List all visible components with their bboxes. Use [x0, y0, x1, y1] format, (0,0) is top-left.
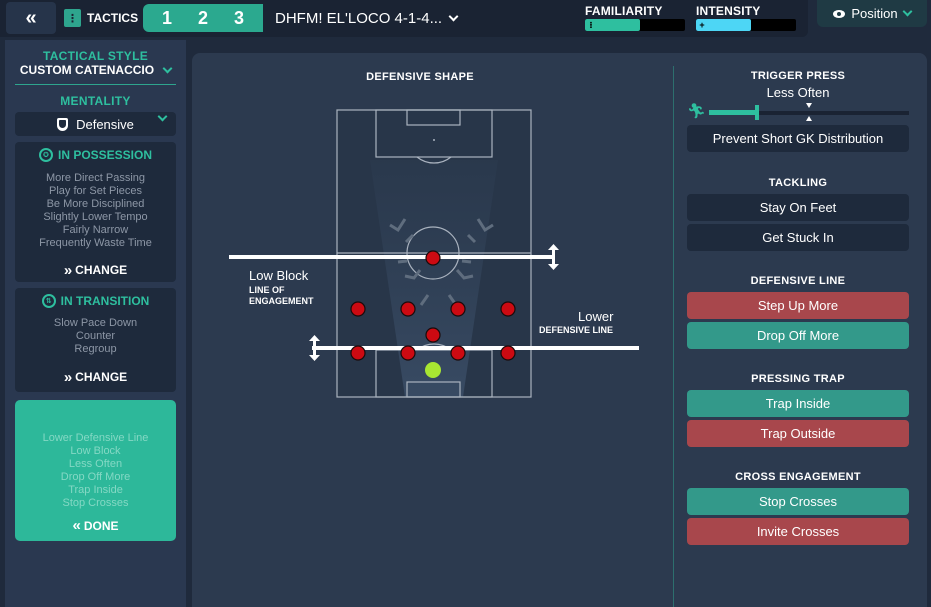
chevron-down-icon	[902, 6, 913, 17]
player-marker[interactable]	[450, 301, 466, 317]
player-marker[interactable]	[500, 301, 516, 317]
back-button[interactable]: «	[6, 2, 56, 34]
out-of-possession-card: Lower Defensive Line Low Block Less Ofte…	[15, 400, 176, 541]
mentality-dropdown[interactable]: Defensive	[15, 111, 176, 136]
trigger-press-value: Less Often	[766, 85, 830, 100]
line-of-engagement-label: LINE OF ENGAGEMENT	[249, 285, 314, 306]
goalkeeper-marker[interactable]	[425, 362, 441, 378]
player-marker[interactable]	[400, 345, 416, 361]
top-bar: « ⋮ TACTICS 1 2 3 DHFM! EL'LOCO 4-1-4...…	[0, 0, 808, 37]
defensive-line-section: DEFENSIVE LINE Step Up More Drop Off Mor…	[687, 275, 909, 349]
slider-thumb[interactable]	[755, 105, 759, 120]
running-player-icon: 🏃︎	[687, 103, 707, 120]
tactic-name-dropdown[interactable]: DHFM! EL'LOCO 4-1-4...	[275, 10, 459, 27]
in-transition-instructions: Slow Pace Down Counter Regroup	[53, 317, 138, 355]
trigger-press-slider[interactable]: 🏃︎	[687, 101, 909, 123]
line-of-engagement-bar	[229, 255, 555, 259]
column-divider	[673, 66, 674, 607]
tactic-slot-2[interactable]: 2	[198, 8, 208, 29]
player-marker[interactable]	[425, 327, 441, 343]
tactic-slot-1[interactable]: 1	[162, 8, 172, 29]
drop-off-more-button[interactable]: Drop Off More	[687, 322, 909, 349]
line-of-engagement-value: Low Block	[249, 268, 309, 283]
trap-outside-button[interactable]: Trap Outside	[687, 420, 909, 447]
double-chevron-right-icon: »	[63, 261, 73, 279]
player-marker[interactable]	[350, 345, 366, 361]
mentality-heading: MENTALITY	[60, 94, 131, 108]
in-transition-change-button[interactable]: » CHANGE	[15, 362, 176, 392]
familiarity-meter: FAMILIARITY ⁝	[585, 4, 685, 31]
defensive-line-label: DEFENSIVE LINE	[539, 325, 614, 335]
cross-engagement-section: CROSS ENGAGEMENT Stop Crosses Invite Cro…	[687, 471, 909, 545]
recommended-marker-icon	[806, 103, 812, 108]
stop-crosses-button[interactable]: Stop Crosses	[687, 488, 909, 515]
double-chevron-left-icon: «	[25, 6, 37, 29]
defensive-shape-pitch	[229, 109, 639, 398]
in-possession-card: ✪ IN POSSESSION More Direct Passing Play…	[15, 142, 176, 282]
tactics-board-icon: ⋮	[64, 9, 81, 27]
player-marker[interactable]	[450, 345, 466, 361]
chevron-down-icon	[162, 63, 173, 73]
tactic-slot-3[interactable]: 3	[234, 8, 244, 29]
trigger-press-section: TRIGGER PRESS Less Often 🏃︎ Prevent Shor…	[687, 70, 909, 152]
tactics-label: ⋮ TACTICS	[64, 9, 138, 27]
step-up-more-button[interactable]: Step Up More	[687, 292, 909, 319]
double-chevron-right-icon: »	[63, 368, 73, 386]
prevent-short-gk-distribution-button[interactable]: Prevent Short GK Distribution	[687, 125, 909, 152]
in-transition-card: ⇅ IN TRANSITION Slow Pace Down Counter R…	[15, 288, 176, 392]
out-of-possession-instructions: Lower Defensive Line Low Block Less Ofte…	[42, 432, 149, 509]
intensity-meter: INTENSITY +	[696, 4, 796, 31]
get-stuck-in-button[interactable]: Get Stuck In	[687, 224, 909, 251]
in-possession-instructions: More Direct Passing Play for Set Pieces …	[39, 172, 152, 249]
pressing-trap-section: PRESSING TRAP Trap Inside Trap Outside	[687, 373, 909, 447]
eye-icon	[833, 9, 846, 18]
tactical-style-heading: TACTICAL STYLE	[42, 49, 149, 63]
divider	[15, 84, 176, 85]
transition-icon: ⇅	[41, 294, 56, 308]
double-chevron-left-icon: «	[72, 517, 81, 534]
player-marker[interactable]	[425, 250, 441, 266]
tackling-section: TACKLING Stay On Feet Get Stuck In	[687, 177, 909, 251]
tactics-sidebar: TACTICAL STYLE CUSTOM CATENACCIO MENTALI…	[5, 40, 186, 607]
player-marker[interactable]	[500, 345, 516, 361]
shield-icon	[57, 117, 69, 131]
done-button[interactable]: « DONE	[15, 517, 176, 534]
player-marker[interactable]	[350, 301, 366, 317]
stay-on-feet-button[interactable]: Stay On Feet	[687, 194, 909, 221]
defensive-shape-title: DEFENSIVE SHAPE	[366, 71, 474, 83]
football-icon: ✪	[38, 148, 53, 162]
familiarity-icon: ⁝	[589, 20, 593, 30]
invite-crosses-button[interactable]: Invite Crosses	[687, 518, 909, 545]
position-view-button[interactable]: Position	[817, 0, 927, 27]
tactic-slot-tabs: 1 2 3	[143, 4, 263, 32]
chevron-down-icon	[157, 111, 168, 122]
trap-inside-button[interactable]: Trap Inside	[687, 390, 909, 417]
chevron-down-icon	[448, 11, 459, 22]
in-possession-change-button[interactable]: » CHANGE	[15, 255, 176, 285]
plus-icon: +	[699, 20, 705, 30]
player-marker[interactable]	[400, 301, 416, 317]
recommended-marker-icon	[806, 116, 812, 121]
defensive-line-value: Lower	[578, 309, 614, 324]
tactical-style-dropdown[interactable]: CUSTOM CATENACCIO	[5, 63, 186, 77]
